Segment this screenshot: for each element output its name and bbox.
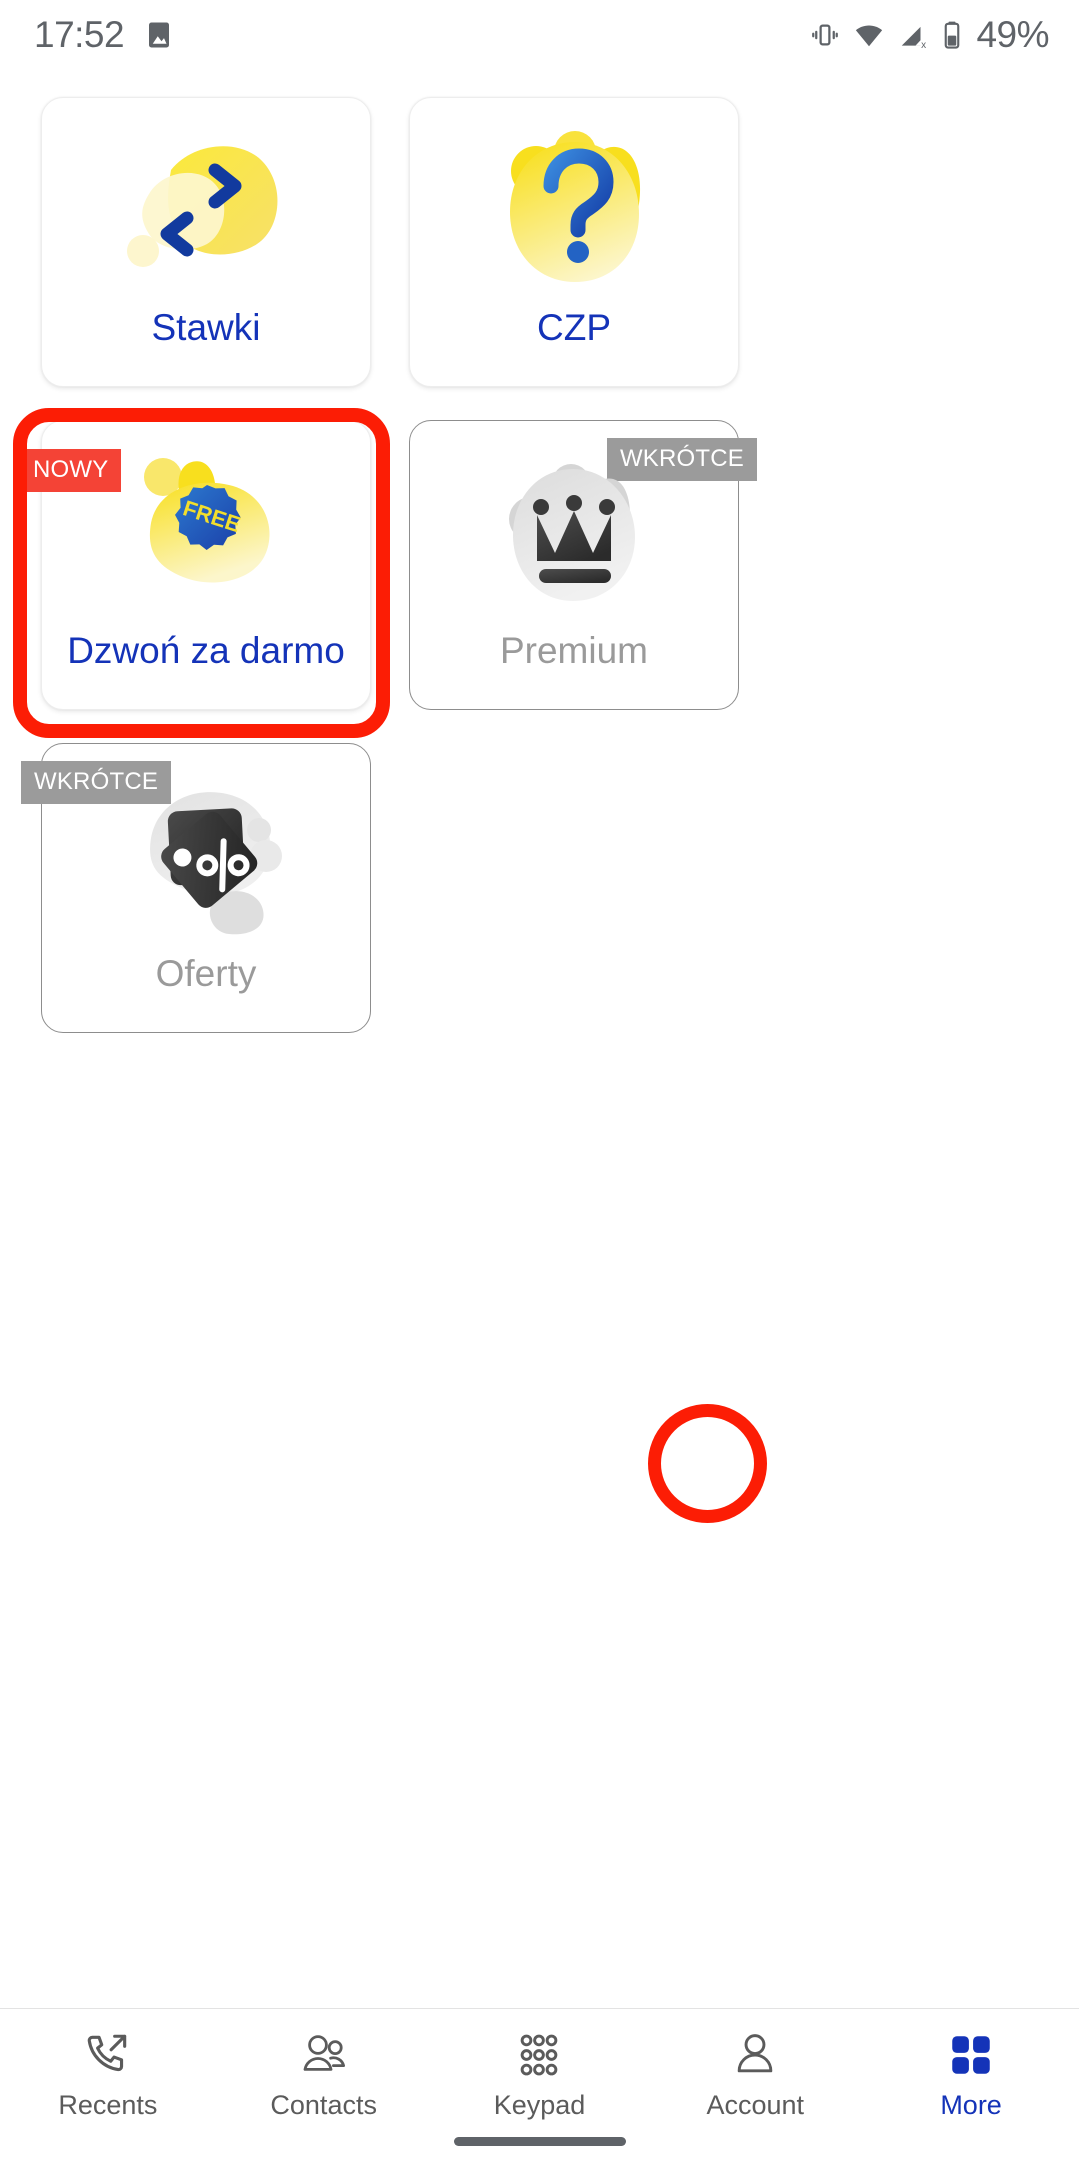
nav-label: Keypad bbox=[493, 2090, 586, 2120]
nav-item-more[interactable]: More bbox=[881, 2029, 1061, 2119]
status-bar: 17:52 x 49% bbox=[0, 0, 1079, 70]
card-stawki[interactable]: Stawki bbox=[41, 97, 371, 387]
card-label: Dzwoń za darmo bbox=[67, 630, 345, 671]
nav-label: Recents bbox=[58, 2090, 158, 2120]
exchange-arrows-icon bbox=[111, 122, 301, 297]
free-badge-icon: FREE bbox=[111, 445, 301, 620]
vibrate-icon bbox=[810, 20, 840, 50]
card-oferty: WKRÓTCE Oferty bbox=[21, 743, 371, 1033]
svg-text:x: x bbox=[922, 40, 927, 50]
nav-item-keypad[interactable]: Keypad bbox=[449, 2029, 629, 2119]
battery-percent: 49% bbox=[976, 14, 1049, 55]
nav-label: Account bbox=[706, 2090, 805, 2120]
grid-squares-icon bbox=[946, 2029, 996, 2081]
home-indicator[interactable] bbox=[453, 2137, 626, 2146]
nav-label: More bbox=[940, 2090, 1002, 2120]
person-icon bbox=[730, 2029, 780, 2081]
nav-item-recents[interactable]: Recents bbox=[18, 2029, 198, 2119]
dialpad-icon bbox=[514, 2029, 564, 2081]
app-screen: 17:52 x 49% Stawki CZP NOWY FREE Dzwoń z… bbox=[0, 0, 1079, 2160]
bottom-navigation-bar: Recents Contacts Keypad Account More bbox=[0, 2008, 1079, 2160]
wifi-icon bbox=[853, 20, 885, 50]
question-mark-icon bbox=[479, 122, 669, 297]
phone-outgoing-icon bbox=[83, 2029, 133, 2081]
nav-item-contacts[interactable]: Contacts bbox=[234, 2029, 414, 2119]
discount-tag-icon bbox=[111, 768, 301, 943]
crown-icon bbox=[479, 445, 669, 620]
status-bar-left: 17:52 bbox=[34, 14, 174, 56]
signal-off-icon: x bbox=[898, 20, 928, 50]
card-label: Oferty bbox=[155, 953, 257, 994]
card-dzwon-za-darmo[interactable]: NOWY FREE Dzwoń za darmo bbox=[20, 420, 371, 710]
card-label: Premium bbox=[499, 630, 649, 671]
feature-card-grid: Stawki CZP NOWY FREE Dzwoń za darmo WKRÓ… bbox=[20, 97, 1038, 1033]
status-time: 17:52 bbox=[34, 14, 125, 55]
nav-item-account[interactable]: Account bbox=[665, 2029, 845, 2119]
people-icon bbox=[298, 2029, 350, 2081]
battery-icon bbox=[941, 20, 963, 50]
image-icon bbox=[144, 20, 174, 50]
card-label: CZP bbox=[537, 307, 611, 348]
card-label: Stawki bbox=[151, 307, 261, 348]
status-badge-new: NOWY bbox=[20, 449, 122, 492]
nav-label: Contacts bbox=[270, 2090, 377, 2120]
highlight-more-nav bbox=[648, 1404, 767, 1523]
status-bar-right: x 49% bbox=[810, 14, 1049, 56]
card-czp[interactable]: CZP bbox=[409, 97, 739, 387]
card-premium: WKRÓTCE Premium bbox=[409, 420, 757, 710]
